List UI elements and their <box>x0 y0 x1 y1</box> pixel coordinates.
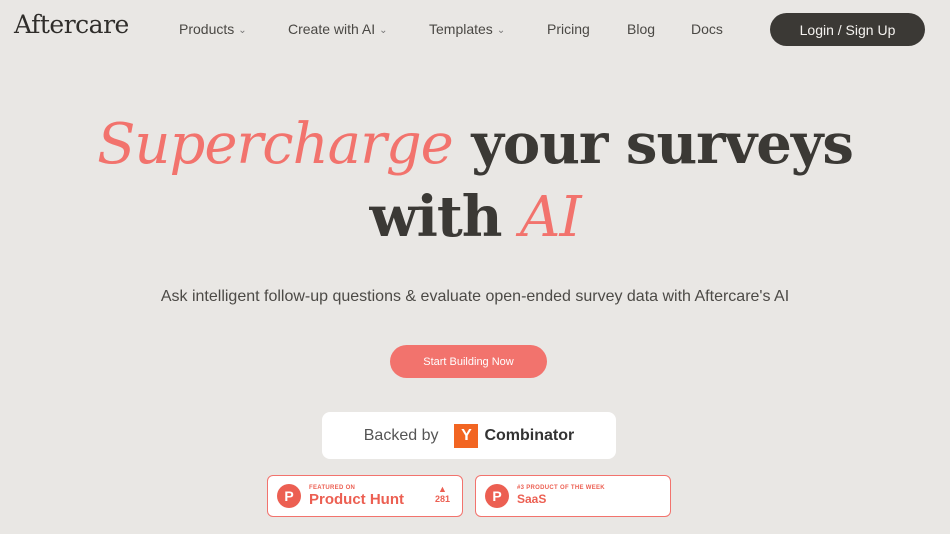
nav-create-with-ai[interactable]: Create with AI ⌄ <box>288 21 388 37</box>
start-building-button[interactable]: Start Building Now <box>390 345 547 378</box>
badge-text: #3 PRODUCT OF THE WEEK SaaS <box>517 485 605 508</box>
hero-title-accent: Supercharge <box>97 112 454 177</box>
hero-title-accent: AI <box>520 185 582 250</box>
badge-title: Product Hunt <box>309 490 404 508</box>
nav-create-with-ai-label: Create with AI <box>288 21 376 37</box>
product-hunt-icon: P <box>485 484 509 508</box>
badge-title: SaaS <box>517 491 547 506</box>
hero-title: Supercharge your surveys with AI <box>0 108 950 254</box>
nav-pricing-label: Pricing <box>547 21 590 37</box>
nav-docs-label: Docs <box>691 21 723 37</box>
logo[interactable]: Aftercare <box>14 10 129 39</box>
y-combinator-icon: Y <box>454 423 479 448</box>
hero-title-text: with <box>369 184 520 250</box>
product-hunt-icon: P <box>277 484 301 508</box>
product-hunt-featured-badge[interactable]: P FEATURED ON Product Hunt ▲ 281 <box>267 475 463 517</box>
product-hunt-week-badge[interactable]: P #3 PRODUCT OF THE WEEK SaaS <box>475 475 671 517</box>
top-nav: Aftercare Products ⌄ Create with AI ⌄ Te… <box>0 0 950 60</box>
upvote-arrow-icon: ▲ <box>438 484 447 494</box>
upvote-number: 281 <box>434 494 450 504</box>
login-signup-button[interactable]: Login / Sign Up <box>770 13 925 46</box>
nav-pricing[interactable]: Pricing <box>547 21 590 37</box>
backed-by-card: Backed by Y Combinator <box>322 412 616 459</box>
y-combinator-name: Combinator <box>484 426 575 444</box>
backed-by-label: Backed by <box>363 426 439 444</box>
chevron-down-icon: ⌄ <box>496 24 506 36</box>
nav-blog-label: Blog <box>627 21 656 37</box>
hero-title-text: your surveys <box>452 111 854 177</box>
upvote-count: ▲ 281 <box>435 484 450 504</box>
nav-products[interactable]: Products ⌄ <box>179 21 247 37</box>
nav-products-label: Products <box>179 21 235 37</box>
chevron-down-icon: ⌄ <box>379 24 388 36</box>
hero-subtitle: Ask intelligent follow-up questions & ev… <box>160 288 790 305</box>
chevron-down-icon: ⌄ <box>238 24 247 36</box>
nav-templates[interactable]: Templates ⌄ <box>429 21 505 37</box>
nav-templates-label: Templates <box>429 21 493 37</box>
badge-text: FEATURED ON Product Hunt <box>309 485 404 508</box>
nav-docs[interactable]: Docs <box>691 21 723 37</box>
nav-blog[interactable]: Blog <box>627 21 655 37</box>
